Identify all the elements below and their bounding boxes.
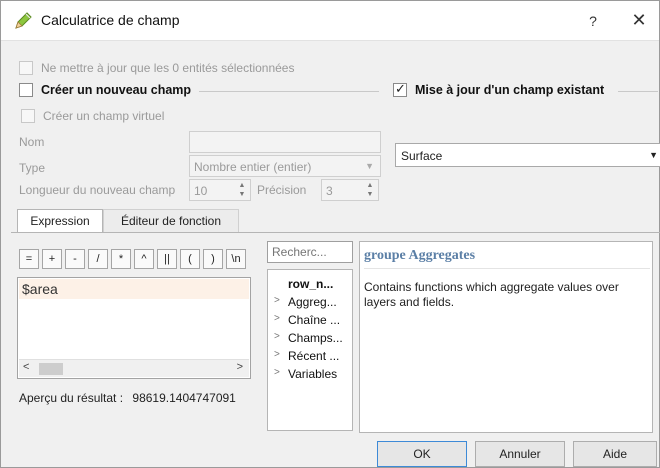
function-search-input[interactable] — [270, 244, 350, 260]
scroll-right-icon[interactable]: > — [237, 361, 243, 373]
create-new-field-checkbox[interactable] — [19, 83, 33, 97]
chevron-right-icon[interactable]: > — [274, 313, 280, 324]
operator-concat-button[interactable]: || — [157, 249, 177, 269]
close-button[interactable]: ✕ — [627, 9, 651, 33]
checkmark-icon: ✓ — [395, 81, 406, 96]
update-existing-field-checkbox[interactable]: ✓ — [393, 81, 407, 97]
horizontal-scrollbar[interactable]: < > — [19, 359, 249, 377]
operator-power-button[interactable]: ^ — [134, 249, 154, 269]
operator-plus-button[interactable]: + — [42, 249, 62, 269]
function-help-panel: groupe Aggregates Contains functions whi… — [359, 241, 653, 433]
update-existing-field-label: Mise à jour d'un champ existant — [415, 83, 605, 97]
spin-arrows-icon[interactable]: ▲ ▼ — [236, 181, 248, 199]
chevron-down-icon: ▼ — [649, 150, 658, 160]
title-bar: Calculatrice de champ ? ✕ — [1, 1, 659, 41]
help-description: Contains functions which aggregate value… — [364, 280, 619, 309]
existing-field-select[interactable]: Surface ▼ — [395, 143, 660, 167]
chevron-right-icon[interactable]: > — [274, 331, 280, 342]
chevron-right-icon[interactable]: > — [274, 295, 280, 306]
preview-label: Aperçu du résultat : — [19, 391, 124, 405]
function-tree[interactable]: row_n... > Aggreg... > Chaîne ... > Cham… — [267, 269, 353, 431]
only-selected-checkbox[interactable] — [19, 61, 33, 75]
context-help-button[interactable]: ? — [581, 9, 605, 33]
scroll-left-icon[interactable]: < — [23, 361, 29, 373]
help-button[interactable]: Aide — [573, 441, 657, 467]
group-divider-right — [618, 91, 658, 92]
group-divider-left — [199, 91, 379, 92]
operator-equals-button[interactable]: = — [19, 249, 39, 269]
window-title: Calculatrice de champ — [41, 12, 180, 28]
name-input[interactable] — [189, 131, 381, 153]
calculator-pencil-icon — [15, 12, 32, 29]
length-spinbox[interactable]: 10 ▲ ▼ — [189, 179, 251, 201]
operator-divide-button[interactable]: / — [88, 249, 108, 269]
chevron-right-icon[interactable]: > — [274, 349, 280, 360]
type-select[interactable]: Nombre entier (entier) ▼ — [189, 155, 381, 177]
length-label: Longueur du nouveau champ — [19, 183, 176, 197]
expression-text[interactable]: $area — [22, 281, 58, 297]
chevron-down-icon: ▼ — [365, 161, 374, 171]
tab-function-editor[interactable]: Éditeur de fonction — [103, 209, 239, 233]
expression-editor[interactable]: $area < > — [17, 277, 251, 379]
create-new-field-label: Créer un nouveau champ — [41, 83, 192, 97]
ok-button[interactable]: OK — [377, 441, 467, 467]
create-virtual-field-label: Créer un champ virtuel — [43, 109, 165, 123]
chevron-right-icon[interactable]: > — [274, 367, 280, 378]
precision-label: Précision — [257, 183, 307, 197]
help-title: groupe Aggregates — [364, 248, 650, 269]
result-preview: Aperçu du résultat : 98619.1404747091 — [19, 391, 236, 405]
cancel-button[interactable]: Annuler — [475, 441, 565, 467]
tab-expression[interactable]: Expression — [17, 209, 103, 233]
operator-minus-button[interactable]: - — [65, 249, 85, 269]
operator-multiply-button[interactable]: * — [111, 249, 131, 269]
type-label: Type — [19, 161, 46, 175]
create-virtual-field-checkbox[interactable] — [21, 109, 35, 123]
operator-newline-button[interactable]: \n — [226, 249, 246, 269]
field-calculator-dialog: Calculatrice de champ ? ✕ Ne mettre à jo… — [0, 0, 660, 468]
scrollbar-thumb[interactable] — [39, 363, 63, 375]
preview-value: 98619.1404747091 — [132, 391, 236, 405]
function-search-box[interactable] — [267, 241, 353, 263]
operator-close-paren-button[interactable]: ) — [203, 249, 223, 269]
precision-spinbox[interactable]: 3 ▲ ▼ — [321, 179, 379, 201]
operator-open-paren-button[interactable]: ( — [180, 249, 200, 269]
only-selected-label: Ne mettre à jour que les 0 entités sélec… — [41, 61, 295, 75]
name-label: Nom — [19, 135, 45, 149]
spin-arrows-icon[interactable]: ▲ ▼ — [364, 181, 376, 199]
